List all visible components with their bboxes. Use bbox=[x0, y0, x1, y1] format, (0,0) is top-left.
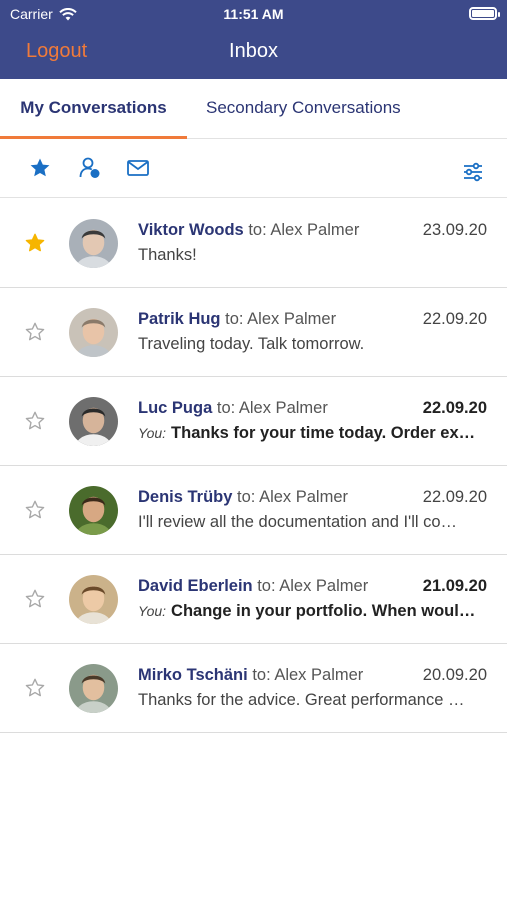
sender-name: Luc Puga bbox=[138, 399, 213, 417]
conversation-date: 22.09.20 bbox=[422, 488, 487, 506]
recipient: to: Alex Palmer bbox=[248, 221, 360, 239]
message-preview: I'll review all the documentation and I'… bbox=[138, 513, 487, 532]
preview-text: Traveling today. Talk tomorrow. bbox=[138, 335, 365, 353]
recipient: to: Alex Palmer bbox=[252, 666, 364, 684]
message-preview: Thanks! bbox=[138, 246, 487, 265]
envelope-icon[interactable] bbox=[126, 156, 150, 180]
conversation-date: 21.09.20 bbox=[422, 577, 487, 595]
conversation-row[interactable]: Mirko Tschäni to: Alex Palmer 20.09.20 T… bbox=[0, 644, 507, 733]
sender-name: Patrik Hug bbox=[138, 310, 221, 328]
avatar bbox=[69, 308, 118, 357]
filter-toolbar bbox=[0, 140, 507, 198]
star-toggle-icon[interactable] bbox=[24, 232, 46, 254]
preview-text: Thanks! bbox=[138, 246, 197, 264]
person-online-icon[interactable] bbox=[78, 156, 102, 180]
preview-text: I'll review all the documentation and I'… bbox=[138, 513, 458, 531]
star-toggle-icon[interactable] bbox=[24, 410, 46, 432]
message-preview: You: Change in your portfolio. When woul… bbox=[138, 602, 487, 621]
sender-name: David Eberlein bbox=[138, 577, 253, 595]
avatar bbox=[69, 219, 118, 268]
conversation-list: Viktor Woods to: Alex Palmer 23.09.20 Th… bbox=[0, 199, 507, 733]
conversation-row[interactable]: Luc Puga to: Alex Palmer 22.09.20 You: Th… bbox=[0, 377, 507, 466]
filter-sliders-icon[interactable] bbox=[461, 160, 485, 184]
sender-name: Viktor Woods bbox=[138, 221, 244, 239]
message-preview: Thanks for the advice. Great performance… bbox=[138, 691, 487, 710]
conversation-date: 22.09.20 bbox=[422, 310, 487, 328]
conversation-date: 22.09.20 bbox=[422, 399, 487, 417]
page-title: Inbox bbox=[229, 40, 278, 62]
conversation-date: 20.09.20 bbox=[422, 666, 487, 684]
star-icon[interactable] bbox=[28, 156, 52, 180]
conversation-row[interactable]: David Eberlein to: Alex Palmer 21.09.20 … bbox=[0, 555, 507, 644]
you-prefix: You: bbox=[138, 425, 167, 441]
star-toggle-icon[interactable] bbox=[24, 499, 46, 521]
top-bar: Carrier 11:51 AM Logout Inbox bbox=[0, 0, 507, 79]
avatar bbox=[69, 397, 118, 446]
message-preview: Traveling today. Talk tomorrow. bbox=[138, 335, 487, 354]
recipient: to: Alex Palmer bbox=[225, 310, 337, 328]
star-toggle-icon[interactable] bbox=[24, 677, 46, 699]
preview-text: Change in your portfolio. When woul… bbox=[171, 602, 476, 620]
conversation-row[interactable]: Denis Trüby to: Alex Palmer 22.09.20 I'l… bbox=[0, 466, 507, 555]
battery-icon bbox=[469, 7, 500, 20]
star-toggle-icon[interactable] bbox=[24, 321, 46, 343]
status-time: 11:51 AM bbox=[223, 6, 284, 22]
conversation-date: 23.09.20 bbox=[422, 221, 487, 239]
status-bar: Carrier 11:51 AM bbox=[0, 0, 507, 28]
recipient: to: Alex Palmer bbox=[237, 488, 349, 506]
battery-fill bbox=[472, 10, 494, 17]
tab-secondary-conversations[interactable]: Secondary Conversations bbox=[206, 79, 401, 139]
avatar bbox=[69, 664, 118, 713]
message-preview: You: Thanks for your time today. Order ex… bbox=[138, 424, 487, 443]
conversation-tabs: My Conversations Secondary Conversations bbox=[0, 79, 507, 139]
recipient: to: Alex Palmer bbox=[257, 577, 369, 595]
tab-my-conversations[interactable]: My Conversations bbox=[0, 79, 187, 139]
star-toggle-icon[interactable] bbox=[24, 588, 46, 610]
recipient: to: Alex Palmer bbox=[216, 399, 328, 417]
conversation-row[interactable]: Patrik Hug to: Alex Palmer 22.09.20 Trav… bbox=[0, 288, 507, 377]
preview-text: Thanks for your time today. Order ex… bbox=[171, 424, 476, 442]
avatar bbox=[69, 486, 118, 535]
sender-name: Denis Trüby bbox=[138, 488, 233, 506]
conversation-row[interactable]: Viktor Woods to: Alex Palmer 23.09.20 Th… bbox=[0, 199, 507, 288]
you-prefix: You: bbox=[138, 603, 167, 619]
preview-text: Thanks for the advice. Great performance… bbox=[138, 691, 465, 709]
sender-name: Mirko Tschäni bbox=[138, 666, 248, 684]
avatar bbox=[69, 575, 118, 624]
